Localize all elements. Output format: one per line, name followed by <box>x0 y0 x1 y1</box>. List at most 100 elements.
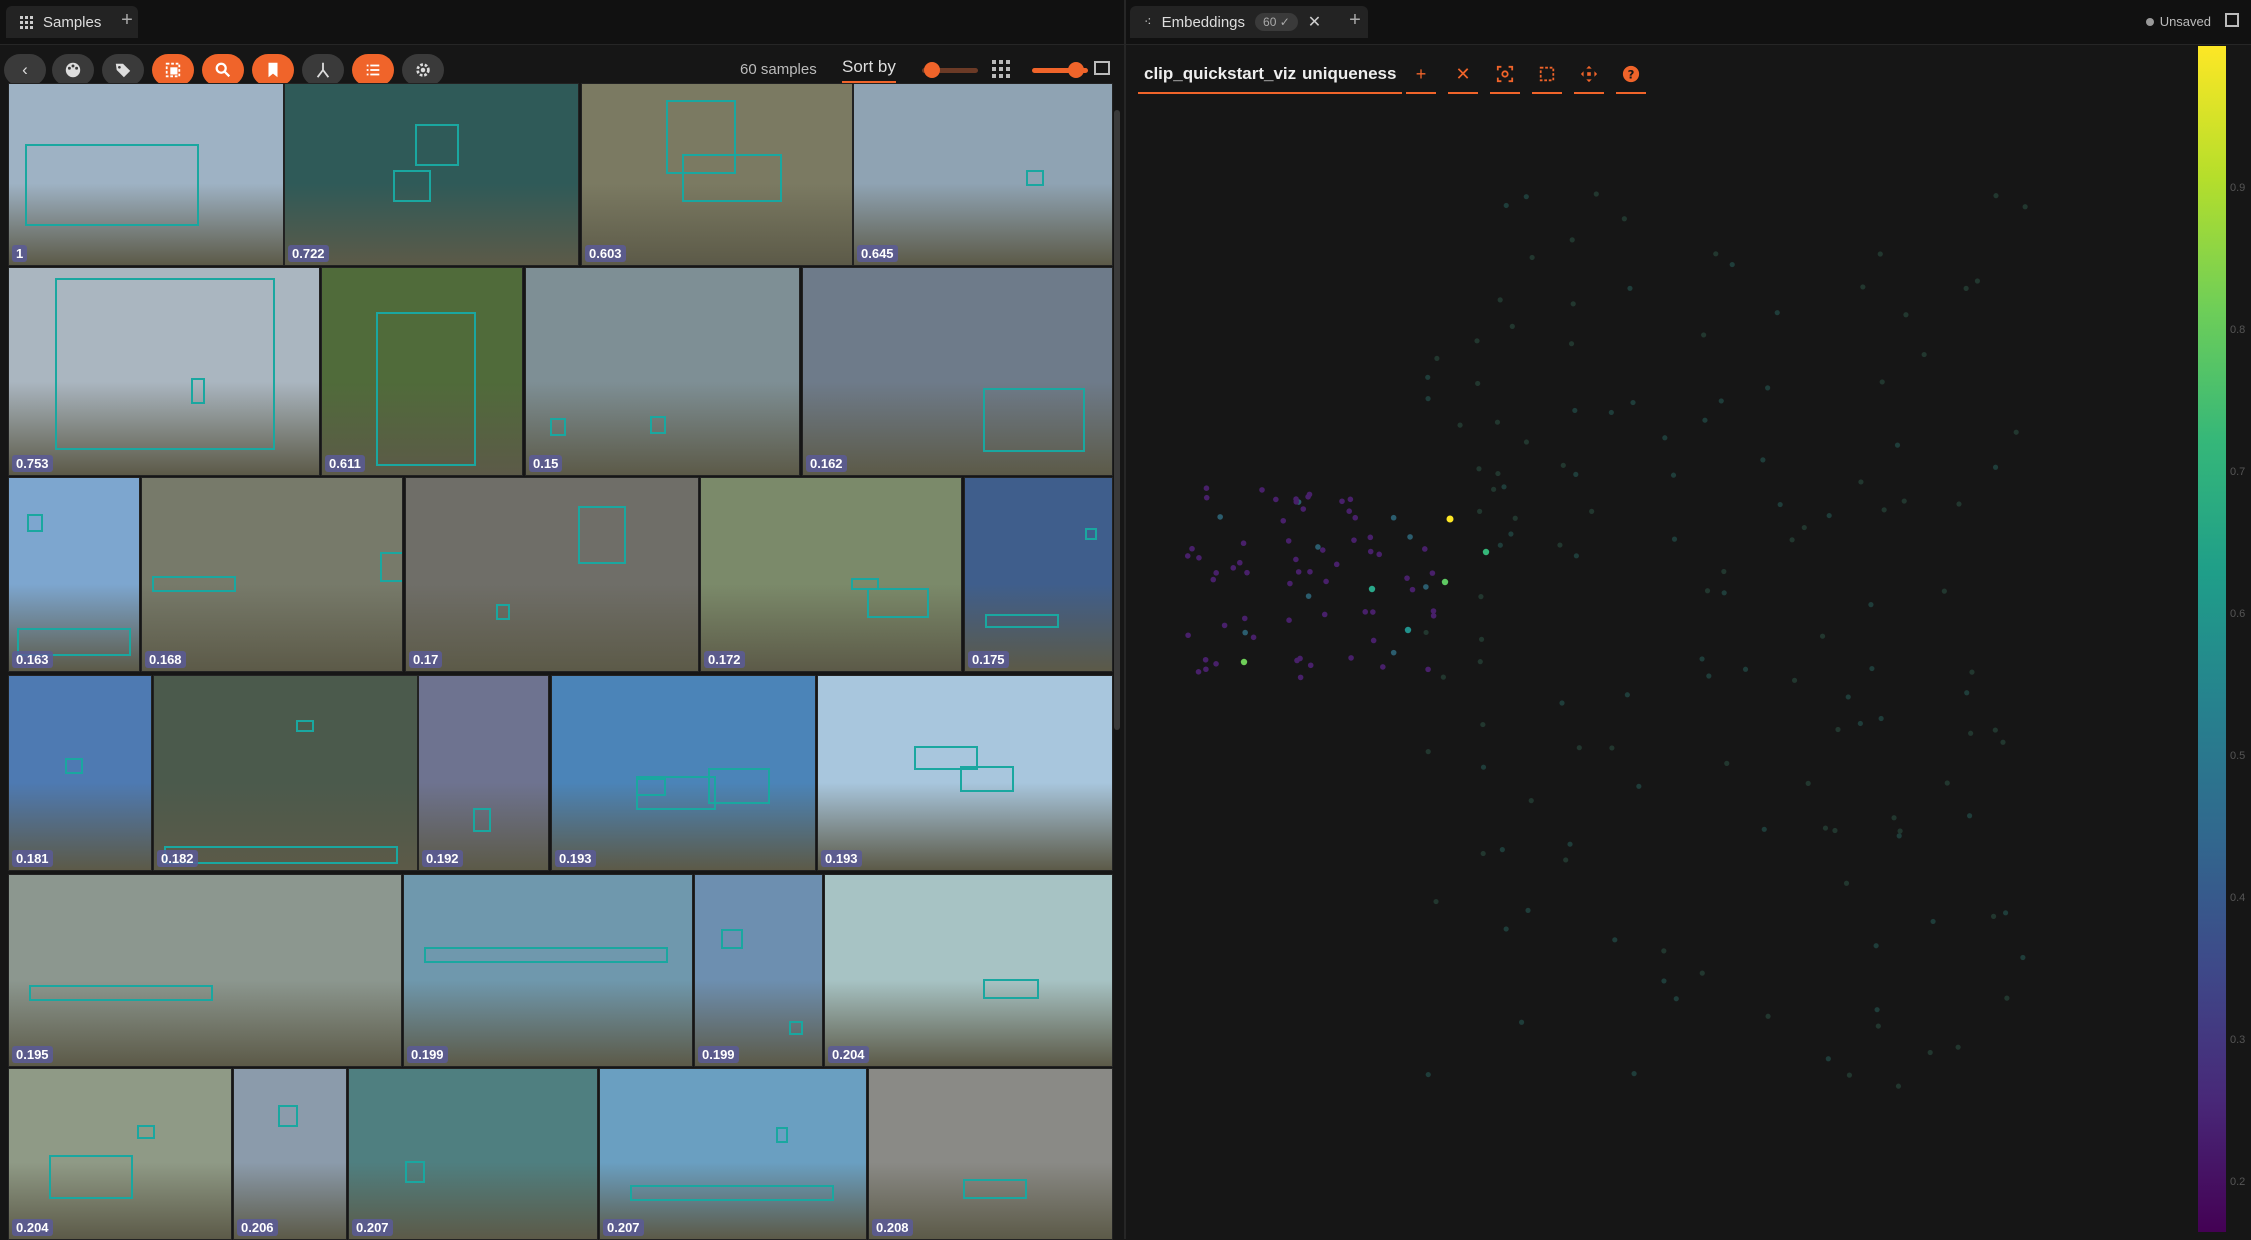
sample-thumbnail[interactable]: 0.206 <box>233 1068 347 1240</box>
sample-thumbnail[interactable]: 0.199 <box>694 874 823 1067</box>
embedding-point[interactable] <box>1203 485 1210 492</box>
embedding-point[interactable] <box>1323 578 1329 585</box>
embedding-point[interactable] <box>1570 301 1576 307</box>
embedding-point[interactable] <box>1930 918 1936 925</box>
embedding-point[interactable] <box>1992 727 1998 733</box>
embedding-point[interactable] <box>1857 720 1863 727</box>
embedding-point[interactable] <box>1478 594 1484 600</box>
embedding-point[interactable] <box>1476 466 1482 472</box>
embedding-point[interactable] <box>1765 1013 1771 1019</box>
embedding-point[interactable] <box>1567 841 1573 847</box>
embedding-point[interactable] <box>1589 508 1595 514</box>
embedding-point[interactable] <box>1835 726 1841 733</box>
sample-thumbnail[interactable]: 0.208 <box>868 1068 1113 1240</box>
embedding-point[interactable] <box>1518 1019 1525 1025</box>
embedding-point[interactable] <box>1593 191 1599 197</box>
embedding-point[interactable] <box>1189 545 1195 552</box>
embedding-point[interactable] <box>1721 568 1727 575</box>
embedding-point[interactable] <box>1352 514 1359 521</box>
embedding-point[interactable] <box>1285 538 1292 544</box>
embedding-point[interactable] <box>1319 547 1326 553</box>
sample-thumbnail[interactable]: 0.168 <box>141 477 403 672</box>
embedding-point[interactable] <box>1477 659 1483 665</box>
embedding-point[interactable] <box>1704 588 1711 594</box>
embedding-point[interactable] <box>1390 649 1397 656</box>
embedding-point[interactable] <box>1421 546 1428 552</box>
embedding-point[interactable] <box>1878 715 1884 722</box>
zoom-to-selection-icon[interactable] <box>1490 56 1520 94</box>
embedding-point[interactable] <box>1185 632 1191 639</box>
embedding-point[interactable] <box>1423 629 1429 636</box>
embedding-point[interactable] <box>1825 1056 1831 1062</box>
embedding-point[interactable] <box>1440 674 1446 680</box>
embedding-point[interactable] <box>1559 700 1565 706</box>
embedding-point[interactable] <box>1869 665 1875 672</box>
embedding-point[interactable] <box>1761 826 1767 832</box>
embedding-point[interactable] <box>1297 674 1304 681</box>
embedding-point[interactable] <box>1441 578 1449 586</box>
embedding-point[interactable] <box>1875 1023 1881 1029</box>
embedding-point[interactable] <box>1480 764 1487 770</box>
embedding-point[interactable] <box>1706 673 1712 679</box>
sample-thumbnail[interactable]: 0.204 <box>824 874 1113 1067</box>
embedding-point[interactable] <box>1529 254 1535 261</box>
embedding-point[interactable] <box>1501 484 1507 490</box>
embedding-point[interactable] <box>1718 398 1724 404</box>
embedding-point[interactable] <box>1300 506 1307 512</box>
embedding-point[interactable] <box>1351 537 1357 543</box>
embedding-point[interactable] <box>1721 590 1727 596</box>
embedding-point[interactable] <box>1805 780 1811 786</box>
embedding-point[interactable] <box>1425 396 1431 402</box>
embedding-point[interactable] <box>1425 374 1431 380</box>
embedding-point[interactable] <box>1661 978 1667 984</box>
sample-thumbnail[interactable]: 0.181 <box>8 675 152 871</box>
embedding-point[interactable] <box>1404 626 1412 634</box>
embedding-point[interactable] <box>1491 486 1497 492</box>
embedding-point[interactable] <box>1897 828 1903 834</box>
embedding-point[interactable] <box>1974 278 1981 284</box>
embedding-point[interactable] <box>1240 540 1247 547</box>
embedding-point[interactable] <box>1894 442 1901 448</box>
sample-thumbnail[interactable]: 0.192 <box>418 675 549 871</box>
embedding-point[interactable] <box>1244 569 1250 576</box>
embedding-point[interactable] <box>1992 464 1999 470</box>
embedding-point[interactable] <box>1259 487 1265 493</box>
embedding-point[interactable] <box>1573 553 1579 559</box>
sample-thumbnail[interactable]: 0.172 <box>700 477 962 672</box>
embedding-point[interactable] <box>1433 898 1439 905</box>
embedding-point[interactable] <box>2000 739 2006 745</box>
embedding-point[interactable] <box>1236 559 1243 566</box>
embedding-point[interactable] <box>1196 555 1202 561</box>
sample-thumbnail[interactable]: 0.207 <box>599 1068 867 1240</box>
embedding-point[interactable] <box>1569 237 1575 243</box>
add-panel-plus-icon[interactable]: + <box>118 10 136 30</box>
embedding-point[interactable] <box>1202 656 1209 663</box>
embedding-point[interactable] <box>1895 1083 1902 1089</box>
embedding-point[interactable] <box>1760 457 1766 463</box>
embedding-point[interactable] <box>1881 507 1887 513</box>
embedding-point[interactable] <box>2004 995 2010 1001</box>
embedding-point[interactable] <box>1699 970 1705 976</box>
embedding-point[interactable] <box>1990 913 1997 919</box>
sample-thumbnail[interactable]: 0.722 <box>284 83 579 266</box>
embedding-point[interactable] <box>1568 341 1575 347</box>
embedding-point[interactable] <box>1370 609 1376 615</box>
embedding-point[interactable] <box>1213 570 1219 576</box>
embedding-point[interactable] <box>1858 479 1864 485</box>
embedding-point[interactable] <box>1608 409 1614 416</box>
embedding-point[interactable] <box>1390 514 1397 521</box>
sample-thumbnail[interactable]: 1 <box>8 83 284 266</box>
clear-close-icon[interactable]: ✕ <box>1448 56 1478 94</box>
embedding-point[interactable] <box>1425 749 1431 755</box>
embedding-point[interactable] <box>1321 611 1328 618</box>
brain-key-select[interactable]: clip_quickstart_viz <box>1138 56 1303 94</box>
close-icon[interactable]: ✕ <box>1308 12 1321 32</box>
embedding-point[interactable] <box>1789 537 1795 543</box>
embedding-point[interactable] <box>1774 310 1780 316</box>
embedding-point[interactable] <box>1944 780 1950 786</box>
embedding-point[interactable] <box>1425 1071 1431 1078</box>
embedding-point[interactable] <box>1250 634 1257 641</box>
embedding-point[interactable] <box>1217 514 1223 520</box>
embedding-point[interactable] <box>1636 783 1642 789</box>
sample-thumbnail[interactable]: 0.15 <box>525 267 800 476</box>
